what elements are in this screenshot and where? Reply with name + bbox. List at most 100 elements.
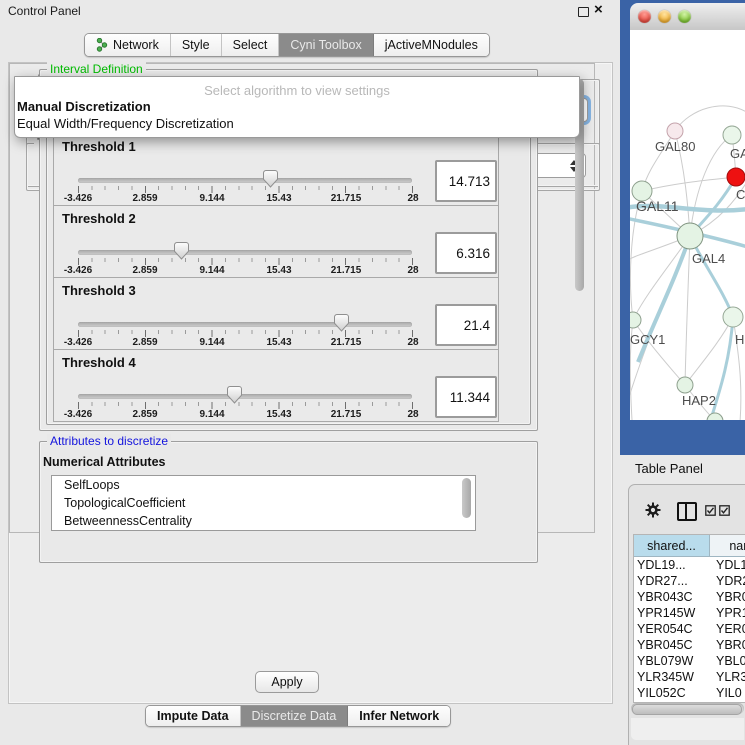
threshold-panel: Threshold 4 -3.426 2.859 9.144 15.43 21.… [53, 349, 499, 422]
node-hap2[interactable] [677, 377, 693, 393]
node-partial-right[interactable] [723, 307, 743, 327]
bottom-tab-bar: Impute Data Discretize Data Infer Networ… [145, 705, 451, 727]
table-row[interactable]: YER054CYER0 [634, 621, 745, 637]
apply-button[interactable]: Apply [255, 671, 319, 693]
threshold-panel: Threshold 1 -3.426 2.859 9.144 15.43 21.… [53, 133, 499, 206]
table-row[interactable]: YBL079WYBL0 [634, 653, 745, 669]
table-row[interactable]: YBR045CYBR0 [634, 637, 745, 653]
threshold-slider[interactable] [78, 178, 412, 183]
table-cell[interactable]: YDR27... [634, 574, 712, 588]
node-label: HAP2 [682, 393, 716, 408]
table-cell[interactable]: YPR145W [634, 606, 712, 620]
network-window: GAL80 GA C GAL11 GAL4 GCY1 H HAP2 [620, 0, 745, 455]
algorithm-dropdown-popup: Select algorithm to view settings Manual… [14, 76, 580, 138]
slider-tick-labels: -3.426 2.859 9.144 15.43 21.715 28 [78, 337, 413, 348]
attribute-list-item[interactable]: SelfLoops [52, 476, 475, 494]
table-header: shared... name [634, 535, 745, 557]
checkbox-icon[interactable] [705, 505, 716, 516]
scrollbar-thumb[interactable] [632, 704, 742, 715]
numerical-attributes-label: Numerical Attributes [43, 455, 165, 469]
threshold-label: Threshold 3 [62, 283, 136, 298]
tab-infer-network[interactable]: Infer Network [348, 706, 450, 726]
threshold-value-field[interactable]: 11.344 [435, 376, 497, 418]
table-rows: YDL19...YDL1YDR27...YDR2YBR043CYBR0YPR14… [634, 557, 745, 701]
table-cell[interactable]: YBL079W [634, 654, 712, 668]
table-cell[interactable]: YDR2 [712, 574, 745, 588]
table-cell[interactable]: YIL0 [712, 686, 745, 700]
table-cell[interactable]: YLR3 [712, 670, 745, 684]
tab-cyni-toolbox[interactable]: Cyni Toolbox [279, 34, 373, 56]
dropdown-option-equal-width[interactable]: Equal Width/Frequency Discretization [15, 115, 579, 132]
threshold-slider[interactable] [78, 394, 412, 399]
network-window-titlebar[interactable] [630, 3, 745, 31]
table-cell[interactable]: YDL19... [634, 558, 712, 572]
node-label: GAL11 [636, 198, 679, 214]
zoom-window-icon[interactable] [678, 10, 691, 23]
attribute-list-item[interactable]: BetweennessCentrality [52, 512, 475, 530]
node-gcy1[interactable] [630, 312, 641, 328]
numerical-attributes-list[interactable]: SelfLoopsTopologicalCoefficientBetweenne… [51, 475, 476, 531]
table-row[interactable]: YDR27...YDR2 [634, 573, 745, 589]
table-cell[interactable]: YER054C [634, 622, 712, 636]
table-cell[interactable]: YBR0 [712, 638, 745, 652]
slider-ticks [78, 402, 413, 409]
attribute-list-item[interactable]: TopologicalCoefficient [52, 494, 475, 512]
table-cell[interactable]: YBR045C [634, 638, 712, 652]
threshold-panel: Threshold 2 -3.426 2.859 9.144 15.43 21.… [53, 205, 499, 278]
threshold-value-field[interactable]: 6.316 [435, 232, 497, 274]
column-header-name[interactable]: name [710, 535, 745, 557]
threshold-panel: Threshold 3 -3.426 2.859 9.144 15.43 21.… [53, 277, 499, 350]
table-row[interactable]: YLR345WYLR3 [634, 669, 745, 685]
table-footer [631, 718, 744, 740]
tab-select[interactable]: Select [222, 34, 280, 56]
top-tab-bar: Network Style Select Cyni Toolbox jActiv… [84, 33, 490, 57]
group-label: Attributes to discretize [47, 434, 171, 448]
table-cell[interactable]: YIL052C [634, 686, 712, 700]
threshold-label: Threshold 2 [62, 211, 136, 226]
table-panel: shared... name YDL19...YDL1YDR27...YDR2Y… [628, 484, 745, 745]
threshold-slider[interactable] [78, 322, 412, 327]
table-row[interactable]: YPR145WYPR1 [634, 605, 745, 621]
node-partial-top[interactable] [723, 126, 741, 144]
gear-icon[interactable] [645, 502, 661, 518]
table-row[interactable]: YBR043CYBR0 [634, 589, 745, 605]
table-cell[interactable]: YBR043C [634, 590, 712, 604]
table-row[interactable]: YDL19...YDL1 [634, 557, 745, 573]
float-panel-icon[interactable] [578, 7, 589, 17]
node-gal4[interactable] [677, 223, 703, 249]
app-screen: Control Panel × Network Style Select Cyn… [0, 0, 745, 745]
threshold-value-field[interactable]: 14.713 [435, 160, 497, 202]
table-cell[interactable]: YLR345W [634, 670, 712, 684]
close-panel-icon[interactable]: × [594, 1, 603, 19]
threshold-value-field[interactable]: 21.4 [435, 304, 497, 346]
threshold-slider[interactable] [78, 250, 412, 255]
minimize-window-icon[interactable] [658, 10, 671, 23]
node-label: GCY1 [630, 332, 665, 347]
tab-discretize-data[interactable]: Discretize Data [241, 706, 349, 726]
split-panel-icon[interactable] [677, 502, 697, 521]
tab-style[interactable]: Style [171, 34, 222, 56]
table-cell[interactable]: YBL0 [712, 654, 745, 668]
threshold-label: Threshold 4 [62, 355, 136, 370]
tab-impute-data[interactable]: Impute Data [146, 706, 241, 726]
node-label: C [736, 187, 745, 202]
node-selected-red[interactable] [727, 168, 745, 186]
table-cell[interactable]: YER0 [712, 622, 745, 636]
node-gal80[interactable] [667, 123, 683, 139]
checkbox-icon[interactable] [719, 505, 730, 516]
network-view[interactable]: GAL80 GA C GAL11 GAL4 GCY1 H HAP2 [630, 30, 745, 420]
close-window-icon[interactable] [638, 10, 651, 23]
table-panel-title: Table Panel [635, 461, 703, 476]
tab-jactivemnodules[interactable]: jActiveMNodules [374, 34, 489, 56]
dropdown-option-manual[interactable]: Manual Discretization [15, 98, 579, 115]
network-graph: GAL80 GA C GAL11 GAL4 GCY1 H HAP2 [630, 30, 745, 420]
list-scrollbar[interactable] [462, 478, 471, 518]
table-cell[interactable]: YBR0 [712, 590, 745, 604]
tab-network[interactable]: Network [85, 34, 171, 56]
column-header-shared[interactable]: shared... [634, 535, 710, 557]
table-cell[interactable]: YDL1 [712, 558, 745, 572]
horizontal-scrollbar[interactable] [631, 703, 744, 714]
table-cell[interactable]: YPR1 [712, 606, 745, 620]
slider-ticks [78, 330, 413, 337]
table-row[interactable]: YIL052CYIL0 [634, 685, 745, 701]
